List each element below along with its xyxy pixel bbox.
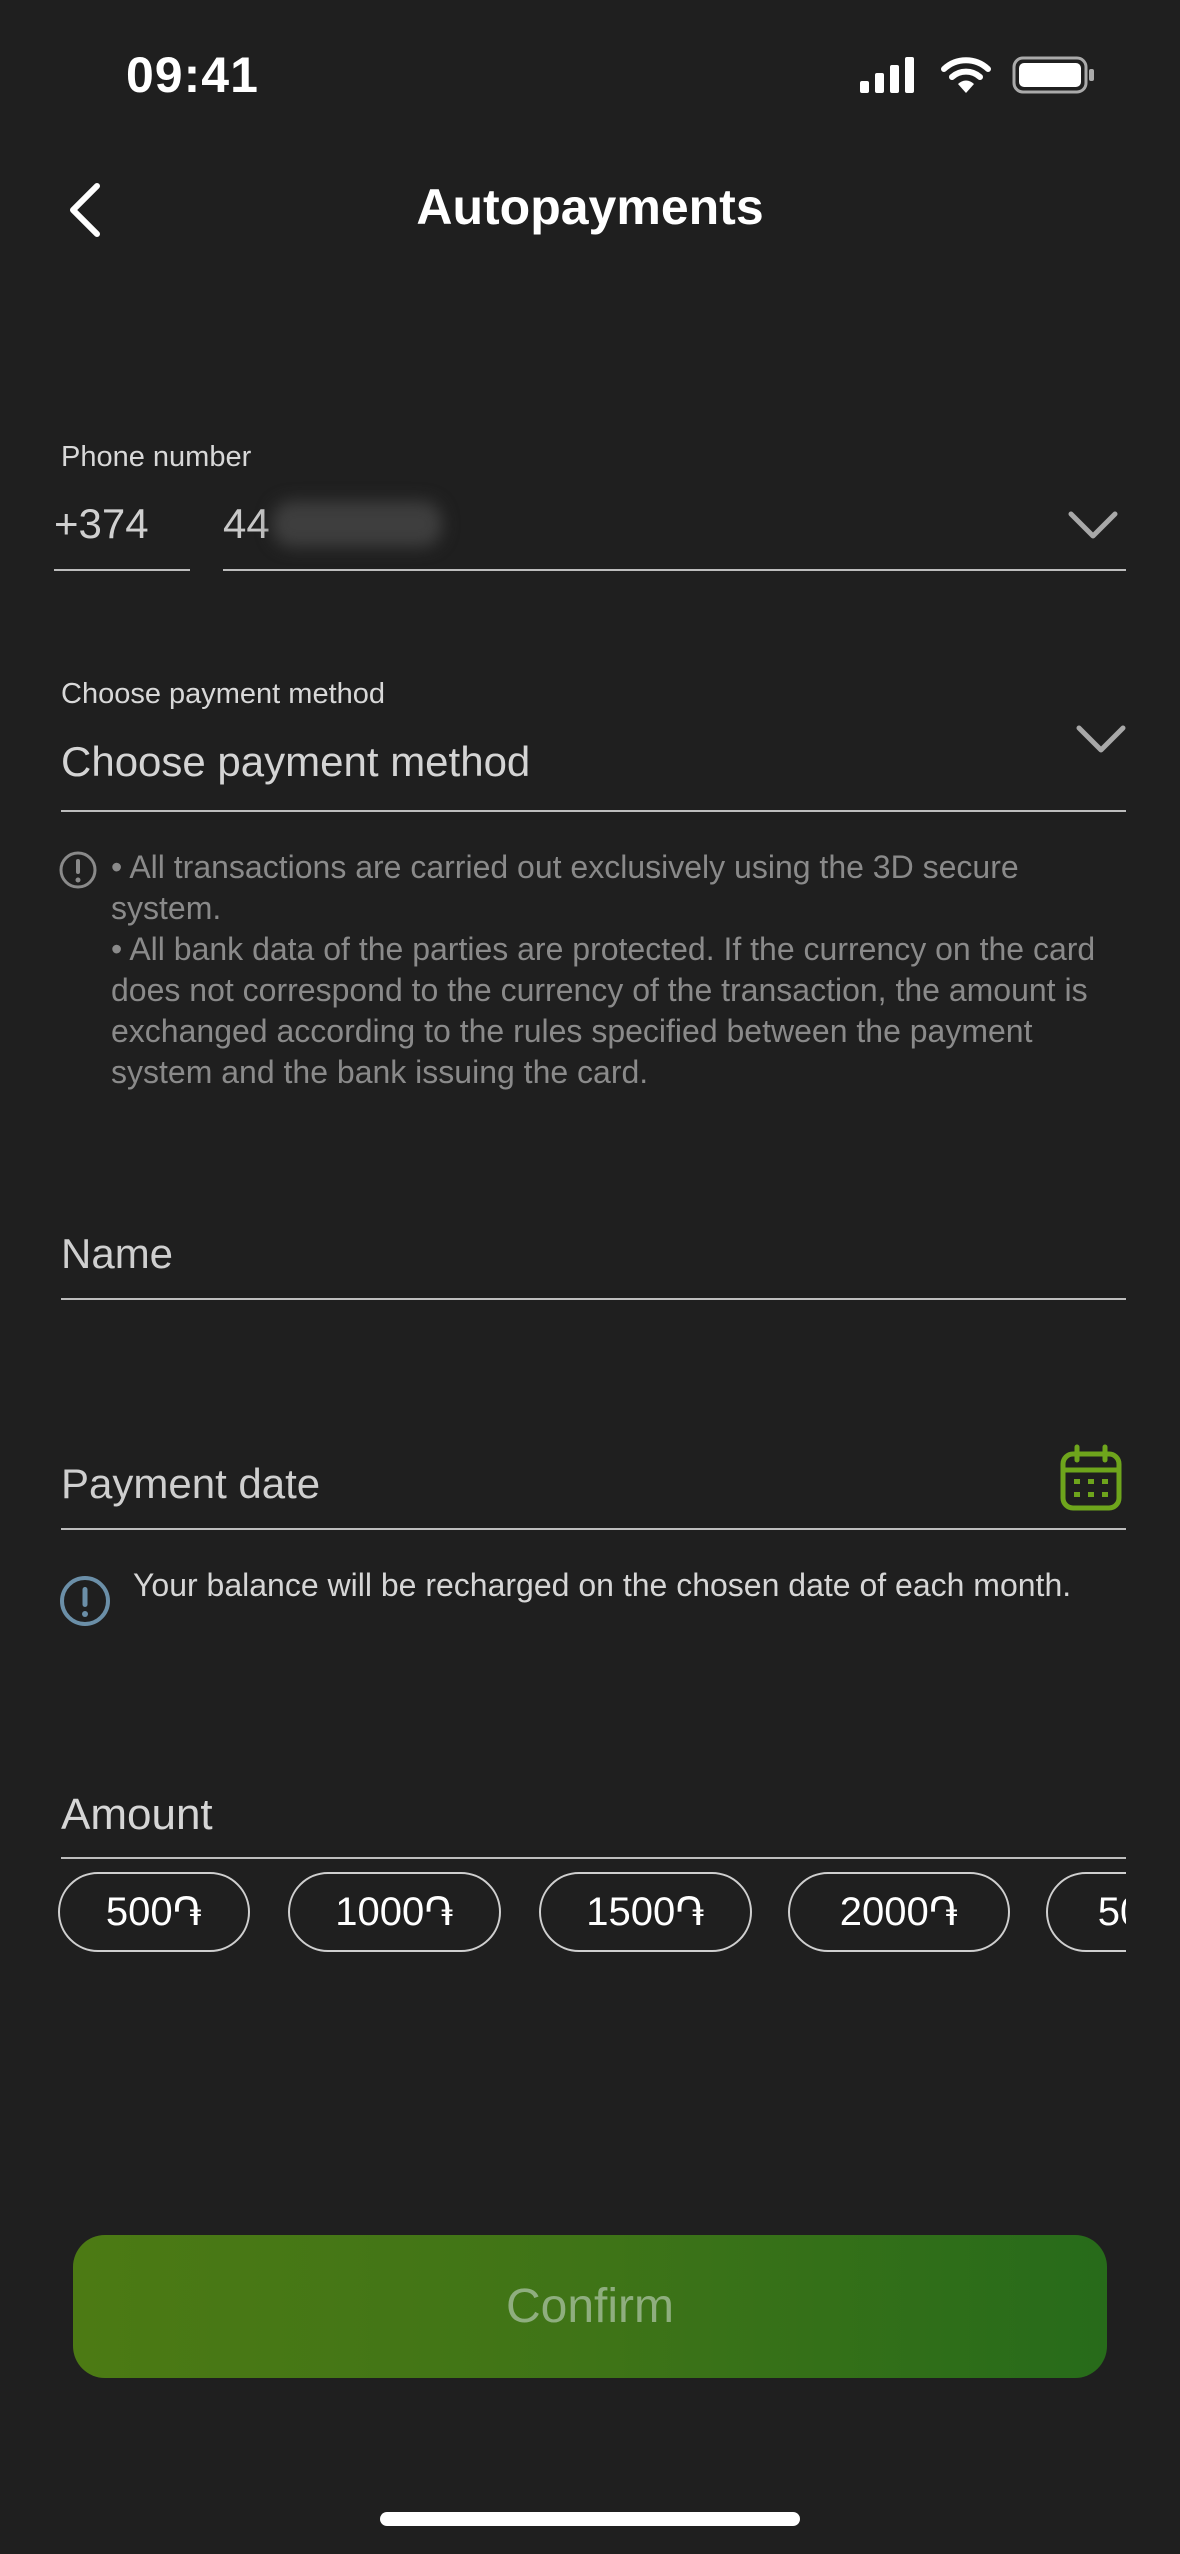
confirm-button[interactable]: Confirm (73, 2235, 1107, 2378)
wifi-icon (941, 57, 991, 93)
info-icon (60, 1576, 110, 1626)
amount-chip-1000[interactable]: 1000֏ (288, 1872, 501, 1952)
signal-icon (860, 57, 914, 95)
status-time: 09:41 (126, 47, 259, 103)
status-icons (858, 55, 1096, 95)
amount-chip-2000[interactable]: 2000֏ (788, 1872, 1010, 1952)
phone-number-value: 44 (223, 500, 270, 547)
payment-method-label: Choose payment method (61, 678, 386, 710)
amount-chips: 500֏ 1000֏ 1500֏ 2000֏ 5000֏ (56, 1860, 1126, 1970)
payment-date-hint: Your balance will be recharged on the ch… (133, 1567, 1072, 1603)
payment-method-chevron[interactable] (1076, 724, 1126, 759)
phone-number-underline (223, 569, 1126, 571)
battery-icon (1012, 56, 1094, 94)
payment-method-value: Choose payment method (61, 738, 531, 785)
security-info-text: • All transactions are carried out exclu… (111, 847, 1131, 1093)
payment-date-placeholder: Payment date (61, 1460, 321, 1507)
payment-method-select[interactable]: Choose payment method (61, 725, 1126, 814)
country-code-value: +374 (54, 500, 149, 547)
security-info-line-2: • All bank data of the parties are prote… (111, 931, 1096, 1090)
payment-method-underline (61, 810, 1126, 812)
amount-label: Amount (61, 1790, 213, 1839)
amount-chip-1500[interactable]: 1500֏ (539, 1872, 752, 1952)
chevron-down-icon (1068, 511, 1118, 539)
phone-dropdown-chevron[interactable] (1068, 510, 1118, 545)
info-icon (59, 851, 97, 889)
date-hint-icon-wrap (58, 1574, 112, 1633)
home-indicator (380, 2512, 800, 2526)
country-code-underline (54, 569, 190, 571)
security-info-line-1: • All transactions are carried out exclu… (111, 849, 1019, 926)
chevron-down-icon (1076, 725, 1126, 753)
calendar-button[interactable] (1059, 1444, 1123, 1517)
calendar-icon (1060, 1444, 1122, 1511)
name-placeholder: Name (61, 1230, 174, 1277)
payment-date-underline (61, 1528, 1126, 1530)
amount-chip-5000[interactable]: 5000֏ (1046, 1872, 1126, 1952)
amount-chip-500[interactable]: 500֏ (58, 1872, 250, 1952)
page-title: Autopayments (416, 179, 764, 235)
security-info-icon-wrap (58, 850, 98, 895)
country-code-field[interactable]: +374 (54, 500, 190, 572)
name-underline (61, 1298, 1126, 1300)
phone-number-blurred (271, 501, 442, 547)
phone-number-field[interactable]: 44 (223, 500, 1126, 572)
phone-label: Phone number (61, 441, 252, 473)
payment-date-input[interactable]: Payment date (61, 1444, 1126, 1532)
amount-underline (61, 1857, 1126, 1859)
name-input[interactable]: Name (61, 1230, 1126, 1302)
